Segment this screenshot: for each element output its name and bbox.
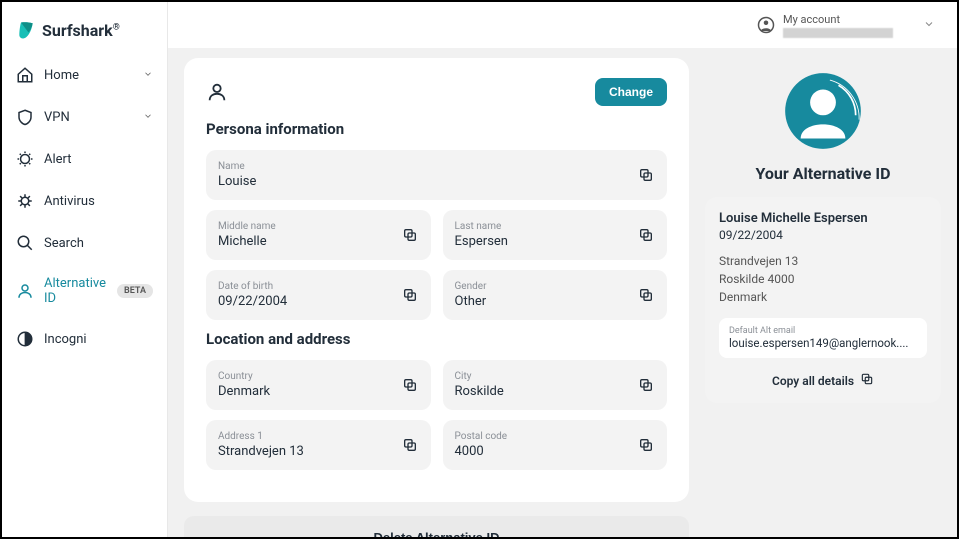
copy-icon[interactable] (637, 376, 655, 394)
field-city: City Roskilde (443, 360, 668, 410)
sidebar-item-label: Home (44, 68, 133, 83)
brand-logo[interactable]: Surfshark® (2, 20, 167, 54)
alert-icon (16, 150, 34, 168)
content: My account Change Persona information (168, 2, 957, 537)
field-last-name: Last name Espersen (443, 210, 668, 260)
field-name: Name Louise (206, 150, 667, 200)
id-summary-card: Louise Michelle Espersen 09/22/2004 Stra… (705, 197, 941, 403)
copy-icon (860, 372, 874, 389)
avatar (780, 68, 866, 154)
account-email-redacted (783, 28, 893, 38)
beta-badge: BETA (117, 284, 153, 298)
incogni-icon (16, 330, 34, 348)
email-label: Default Alt email (729, 326, 917, 336)
field-label: Last name (455, 221, 508, 232)
nav-list: Home VPN Alert Antivirus (2, 54, 167, 360)
field-label: Gender (455, 281, 487, 292)
field-label: Date of birth (218, 281, 287, 292)
field-value: Strandvejen 13 (218, 444, 304, 459)
sidebar-item-label: Alternative ID (44, 276, 107, 306)
email-value: louise.espersen149@anglernook.... (729, 336, 917, 350)
field-value: Louise (218, 174, 256, 189)
copy-icon[interactable] (637, 286, 655, 304)
topbar: My account (168, 2, 957, 48)
main-column: Change Persona information Name Louise (184, 58, 689, 521)
sidebar-item-alternative-id[interactable]: Alternative ID BETA (2, 264, 167, 318)
sidebar-item-label: Antivirus (44, 194, 153, 209)
delete-alternative-id-button[interactable]: Delete Alternative ID (184, 516, 689, 537)
default-alt-email-box[interactable]: Default Alt email louise.espersen149@ang… (719, 318, 927, 358)
copy-icon[interactable] (637, 226, 655, 244)
sidebar-item-vpn[interactable]: VPN (2, 96, 167, 138)
altid-icon (16, 282, 34, 300)
field-postal-code: Postal code 4000 (443, 420, 668, 470)
surfshark-logo-icon (16, 20, 36, 40)
field-middle-name: Middle name Michelle (206, 210, 431, 260)
field-value: 09/22/2004 (218, 294, 287, 309)
right-panel: Your Alternative ID Louise Michelle Espe… (705, 58, 941, 521)
copy-icon[interactable] (401, 376, 419, 394)
search-icon (16, 234, 34, 252)
field-date-of-birth: Date of birth 09/22/2004 (206, 270, 431, 320)
copy-icon[interactable] (401, 436, 419, 454)
field-label: Country (218, 371, 270, 382)
field-value: Other (455, 294, 487, 309)
id-full-name: Louise Michelle Espersen (719, 211, 927, 226)
field-value: 4000 (455, 444, 508, 459)
copy-icon[interactable] (401, 226, 419, 244)
sidebar-item-search[interactable]: Search (2, 222, 167, 264)
person-icon (206, 81, 228, 103)
field-label: Address 1 (218, 431, 304, 442)
id-address: Strandvejen 13 Roskilde 4000 Denmark (719, 252, 927, 306)
copy-icon[interactable] (637, 436, 655, 454)
sidebar-item-home[interactable]: Home (2, 54, 167, 96)
sidebar-item-label: Alert (44, 152, 153, 167)
sidebar-item-antivirus[interactable]: Antivirus (2, 180, 167, 222)
copy-all-details-button[interactable]: Copy all details (719, 372, 927, 389)
field-value: Espersen (455, 234, 508, 249)
chevron-down-icon (923, 18, 935, 33)
panel-title: Your Alternative ID (756, 164, 891, 183)
account-label: My account (783, 13, 893, 26)
field-label: Postal code (455, 431, 508, 442)
field-gender: Gender Other (443, 270, 668, 320)
persona-card: Change Persona information Name Louise (184, 58, 689, 502)
field-value: Michelle (218, 234, 276, 249)
sidebar-item-label: VPN (44, 110, 133, 125)
sidebar-item-alert[interactable]: Alert (2, 138, 167, 180)
chevron-down-icon (143, 68, 153, 83)
shield-icon (16, 108, 34, 126)
sidebar-item-label: Search (44, 236, 153, 251)
antivirus-icon (16, 192, 34, 210)
field-address-1: Address 1 Strandvejen 13 (206, 420, 431, 470)
field-label: Middle name (218, 221, 276, 232)
field-value: Denmark (218, 384, 270, 399)
field-country: Country Denmark (206, 360, 431, 410)
field-label: Name (218, 161, 256, 172)
change-button[interactable]: Change (595, 78, 667, 106)
chevron-down-icon (143, 110, 153, 125)
persona-section-title: Persona information (206, 120, 667, 138)
brand-name: Surfshark® (42, 21, 120, 40)
copy-icon[interactable] (401, 286, 419, 304)
field-label: City (455, 371, 504, 382)
account-icon (757, 16, 775, 34)
location-section-title: Location and address (206, 330, 667, 348)
home-icon (16, 66, 34, 84)
sidebar-item-incogni[interactable]: Incogni (2, 318, 167, 360)
sidebar-item-label: Incogni (44, 332, 153, 347)
sidebar: Surfshark® Home VPN Alert (2, 2, 168, 537)
field-value: Roskilde (455, 384, 504, 399)
account-menu[interactable]: My account (757, 13, 935, 38)
id-dob: 09/22/2004 (719, 228, 927, 242)
copy-icon[interactable] (637, 166, 655, 184)
